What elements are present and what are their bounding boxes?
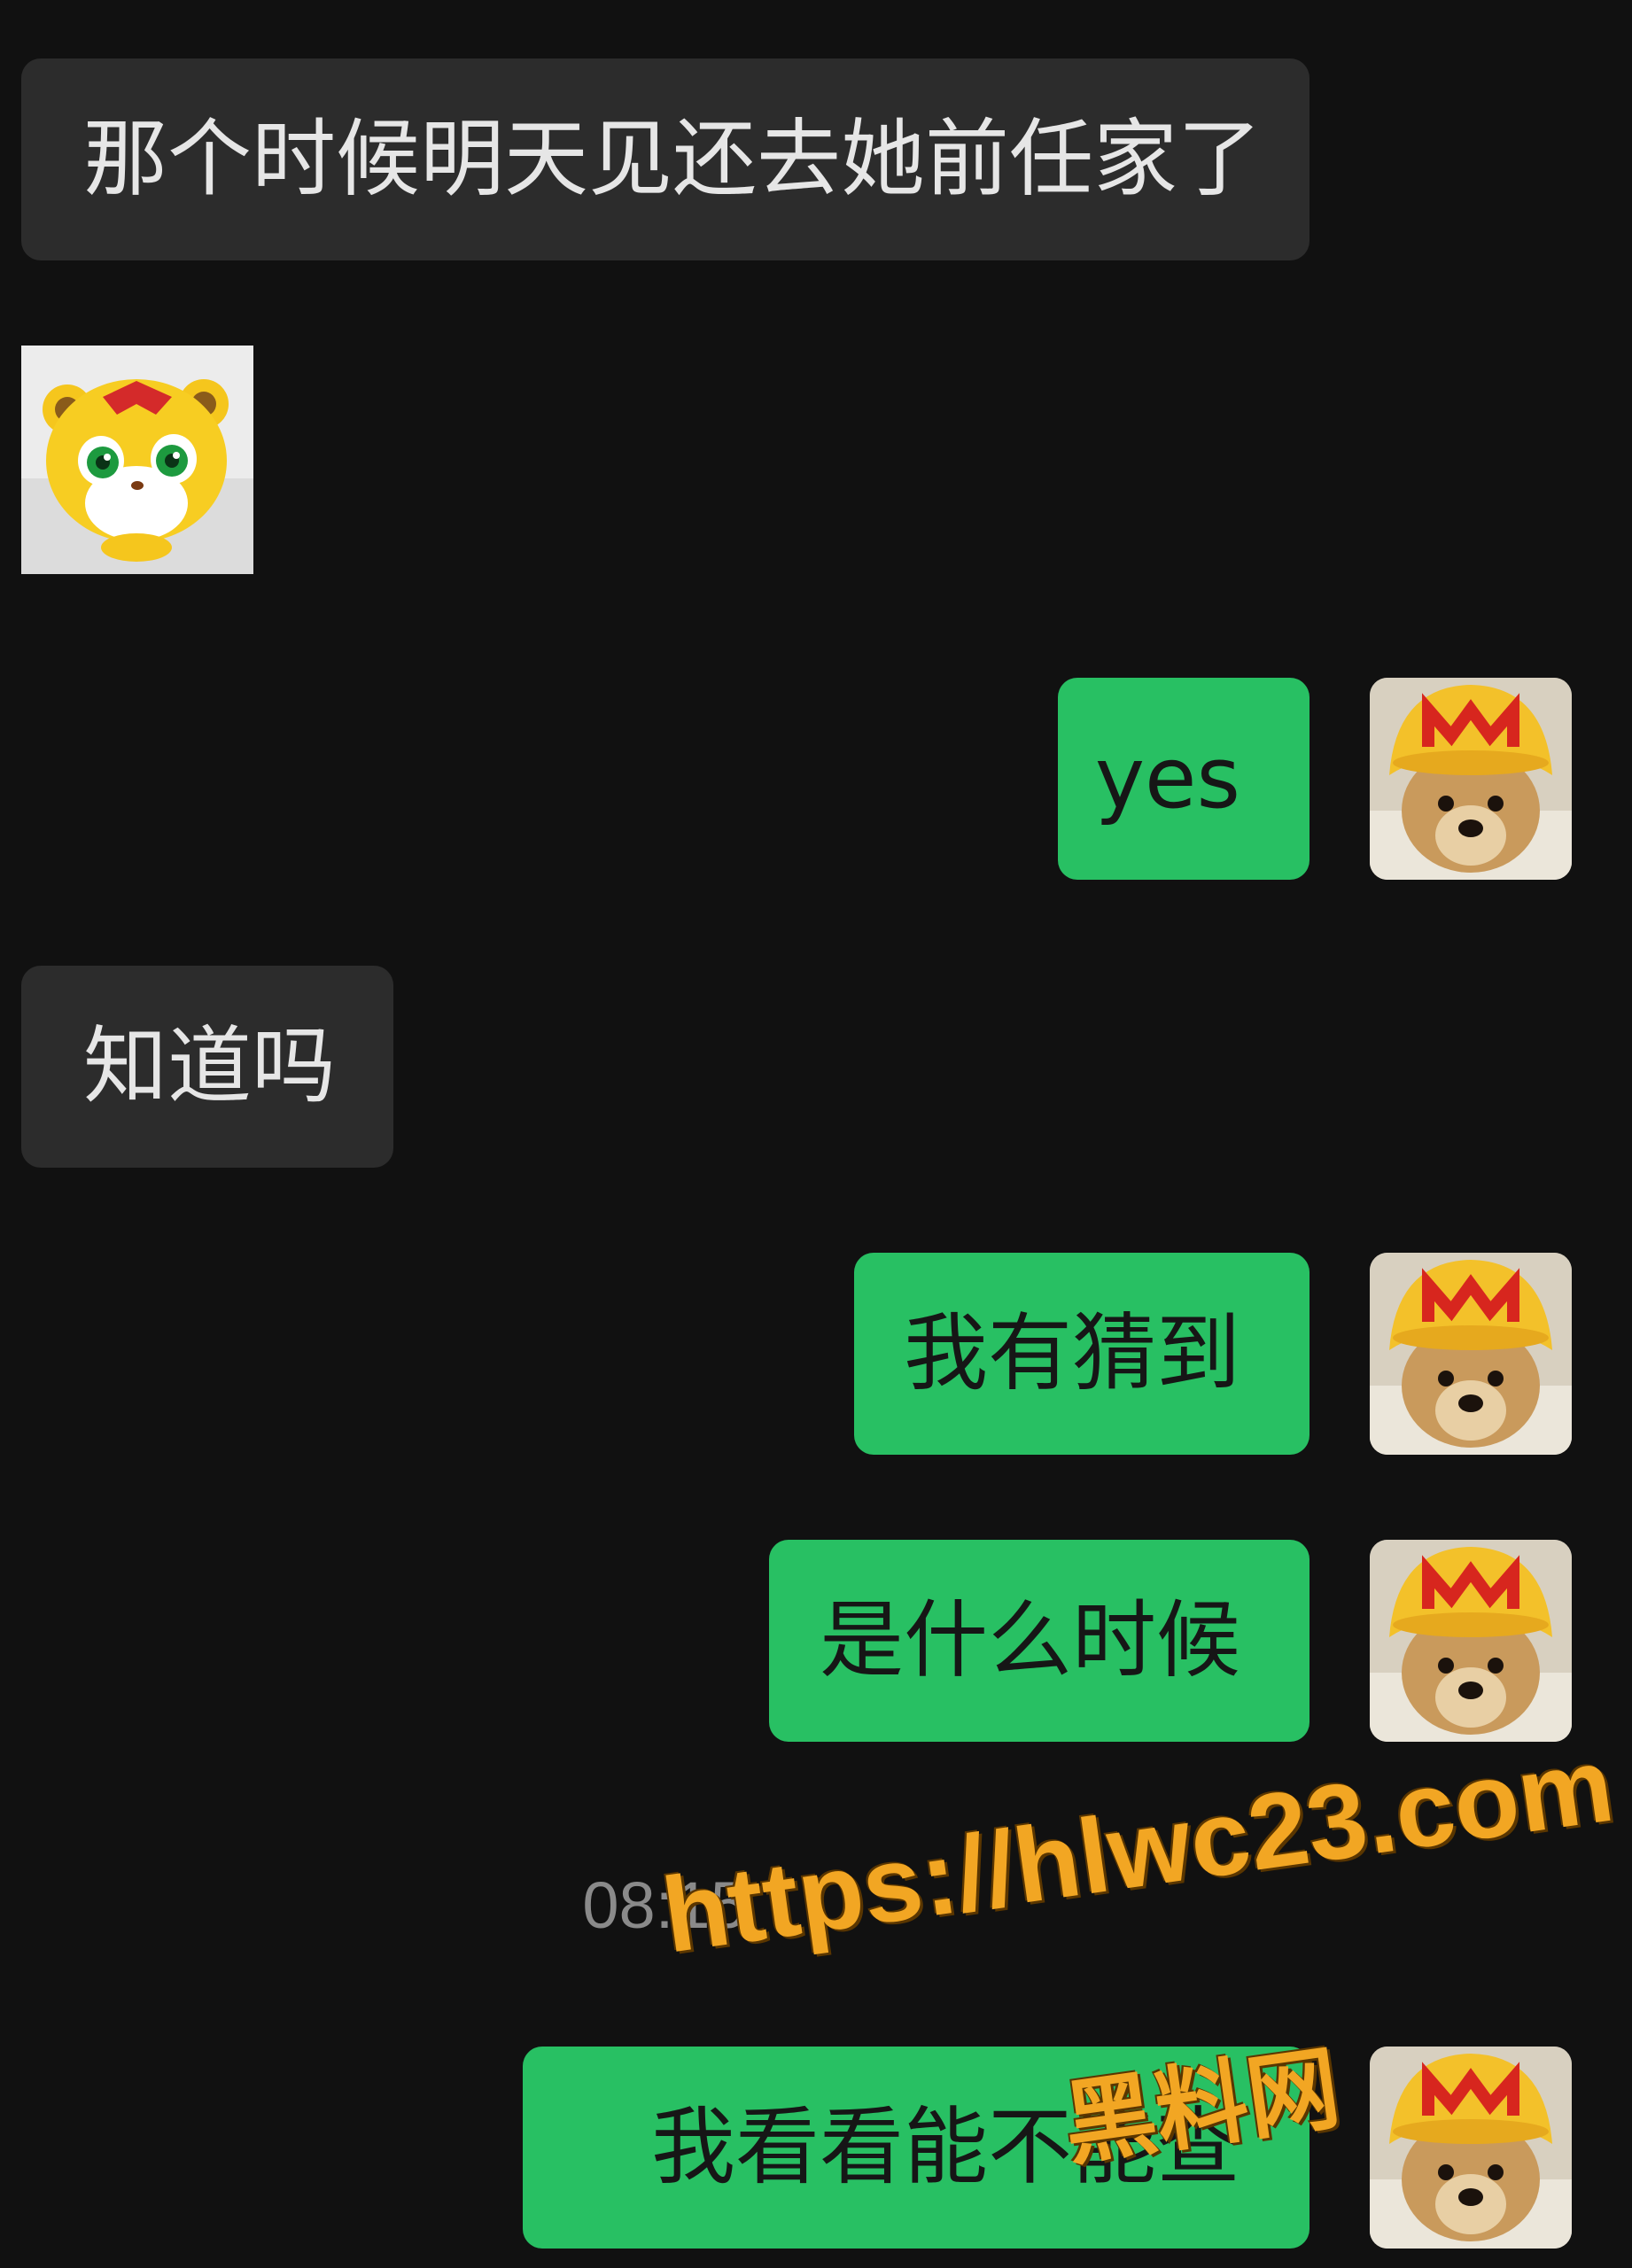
user-avatar[interactable] bbox=[1370, 1253, 1572, 1455]
outgoing-message-bubble[interactable]: 我有猜到 bbox=[854, 1253, 1309, 1455]
message-text: yes bbox=[1094, 730, 1240, 827]
outgoing-message-bubble[interactable]: yes bbox=[1058, 678, 1309, 880]
incoming-message-bubble[interactable]: 那个时候明天见还去她前任家了 bbox=[21, 58, 1309, 260]
message-text: 那个时候明天见还去她前任家了 bbox=[83, 111, 1263, 208]
dog-mcdonalds-hat-icon bbox=[1370, 1253, 1572, 1455]
message-text: 知道吗 bbox=[83, 1018, 337, 1115]
incoming-message-bubble[interactable]: 知道吗 bbox=[21, 966, 393, 1168]
dog-mcdonalds-hat-icon bbox=[1370, 678, 1572, 880]
tiger-sticker-image bbox=[21, 346, 253, 574]
message-text: 是什么时候 bbox=[819, 1592, 1240, 1689]
chat-view: 那个时候明天见还去她前任家了 yes 知道吗 我有猜到 是什么时候 08:15 … bbox=[0, 0, 1632, 2268]
user-avatar[interactable] bbox=[1370, 2047, 1572, 2249]
message-text: 我有猜到 bbox=[903, 1305, 1240, 1402]
user-avatar[interactable] bbox=[1370, 678, 1572, 880]
dog-mcdonalds-hat-icon bbox=[1370, 2047, 1572, 2249]
user-avatar[interactable] bbox=[1370, 1540, 1572, 1742]
dog-mcdonalds-hat-icon bbox=[1370, 1540, 1572, 1742]
tiger-sticker[interactable] bbox=[21, 346, 253, 574]
outgoing-message-bubble[interactable]: 是什么时候 bbox=[769, 1540, 1309, 1742]
